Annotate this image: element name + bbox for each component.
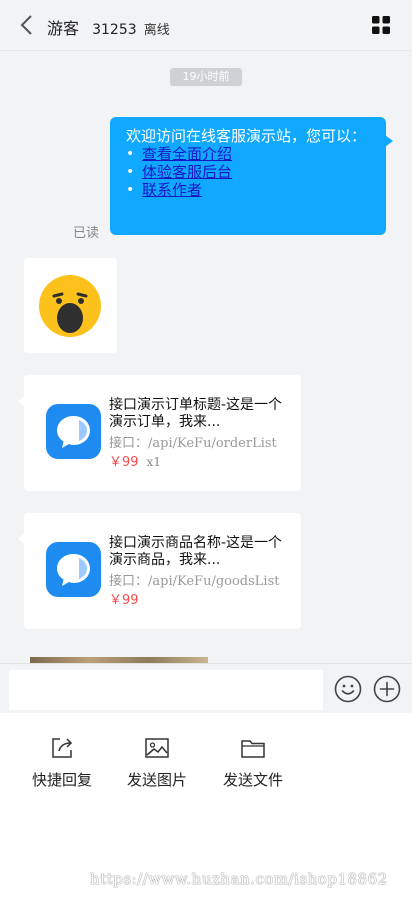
goods-card[interactable]: 接口演示商品名称-这是一个演示商品，我来... 接口：/api/KeFu/goo… — [18, 513, 301, 629]
send-file-label: 发送文件 — [222, 771, 283, 789]
link-contact-author[interactable]: 联系作者 — [142, 181, 202, 199]
share-icon — [49, 735, 75, 761]
goods-title: 接口演示商品名称-这是一个演示商品，我来... — [109, 535, 283, 568]
watermark: https://www.huzhan.com/ishop18862 — [90, 870, 388, 888]
send-image-button[interactable]: 发送图片 — [117, 735, 197, 790]
online-status: 离线 — [143, 23, 170, 38]
order-price: ￥99 — [109, 455, 139, 470]
chat-app: 游客 31253 离线 19小时前 欢迎访问在线客服演示站，您可以： 查看全面介… — [0, 0, 412, 900]
welcome-message-bubble: 欢迎访问在线客服演示站，您可以： 查看全面介绍 体验客服后台 联系作者 — [110, 117, 393, 235]
order-card[interactable]: 接口演示订单标题-这是一个演示订单，我来... 接口：/api/KeFu/ord… — [18, 375, 301, 491]
folder-icon — [240, 735, 266, 761]
smiley-icon[interactable] — [334, 675, 362, 703]
list-item: 联系作者 — [126, 181, 372, 199]
yawning-face-icon — [38, 274, 102, 338]
grid-icon[interactable] — [372, 16, 390, 34]
link-admin-demo[interactable]: 体验客服后台 — [142, 163, 232, 181]
chat-bubble-app-icon — [46, 542, 101, 597]
message-input[interactable] — [9, 670, 323, 710]
visitor-id: 31253 — [92, 22, 137, 38]
emoji-message-bubble[interactable] — [24, 258, 117, 353]
plus-circle-icon[interactable] — [373, 675, 401, 703]
order-title: 接口演示订单标题-这是一个演示订单，我来... — [109, 397, 283, 430]
goods-api: 接口：/api/KeFu/goodsList — [109, 574, 280, 589]
visitor-name: 游客 — [47, 19, 80, 38]
welcome-link-list: 查看全面介绍 体验客服后台 联系作者 — [126, 145, 372, 199]
read-status: 已读 — [73, 226, 100, 241]
quick-reply-label: 快捷回复 — [31, 771, 92, 789]
send-file-button[interactable]: 发送文件 — [213, 735, 293, 790]
order-price-row: ￥99 x1 — [109, 451, 161, 470]
chevron-left-icon[interactable] — [18, 14, 38, 36]
send-image-label: 发送图片 — [126, 771, 187, 789]
list-item: 查看全面介绍 — [126, 145, 372, 163]
chat-bubble-app-icon — [46, 404, 101, 459]
chat-header: 游客 31253 离线 — [0, 0, 412, 51]
order-quantity: x1 — [146, 455, 161, 469]
goods-price: ￥99 — [109, 593, 139, 608]
image-icon — [144, 735, 170, 761]
order-api: 接口：/api/KeFu/orderList — [109, 436, 277, 451]
chat-title: 游客 31253 离线 — [47, 15, 170, 39]
input-bar — [0, 663, 412, 714]
quick-reply-button[interactable]: 快捷回复 — [22, 735, 102, 790]
message-time: 19小时前 — [170, 68, 242, 86]
welcome-text: 欢迎访问在线客服演示站，您可以： — [126, 127, 367, 145]
list-item: 体验客服后台 — [126, 163, 372, 181]
link-introduction[interactable]: 查看全面介绍 — [142, 145, 232, 163]
